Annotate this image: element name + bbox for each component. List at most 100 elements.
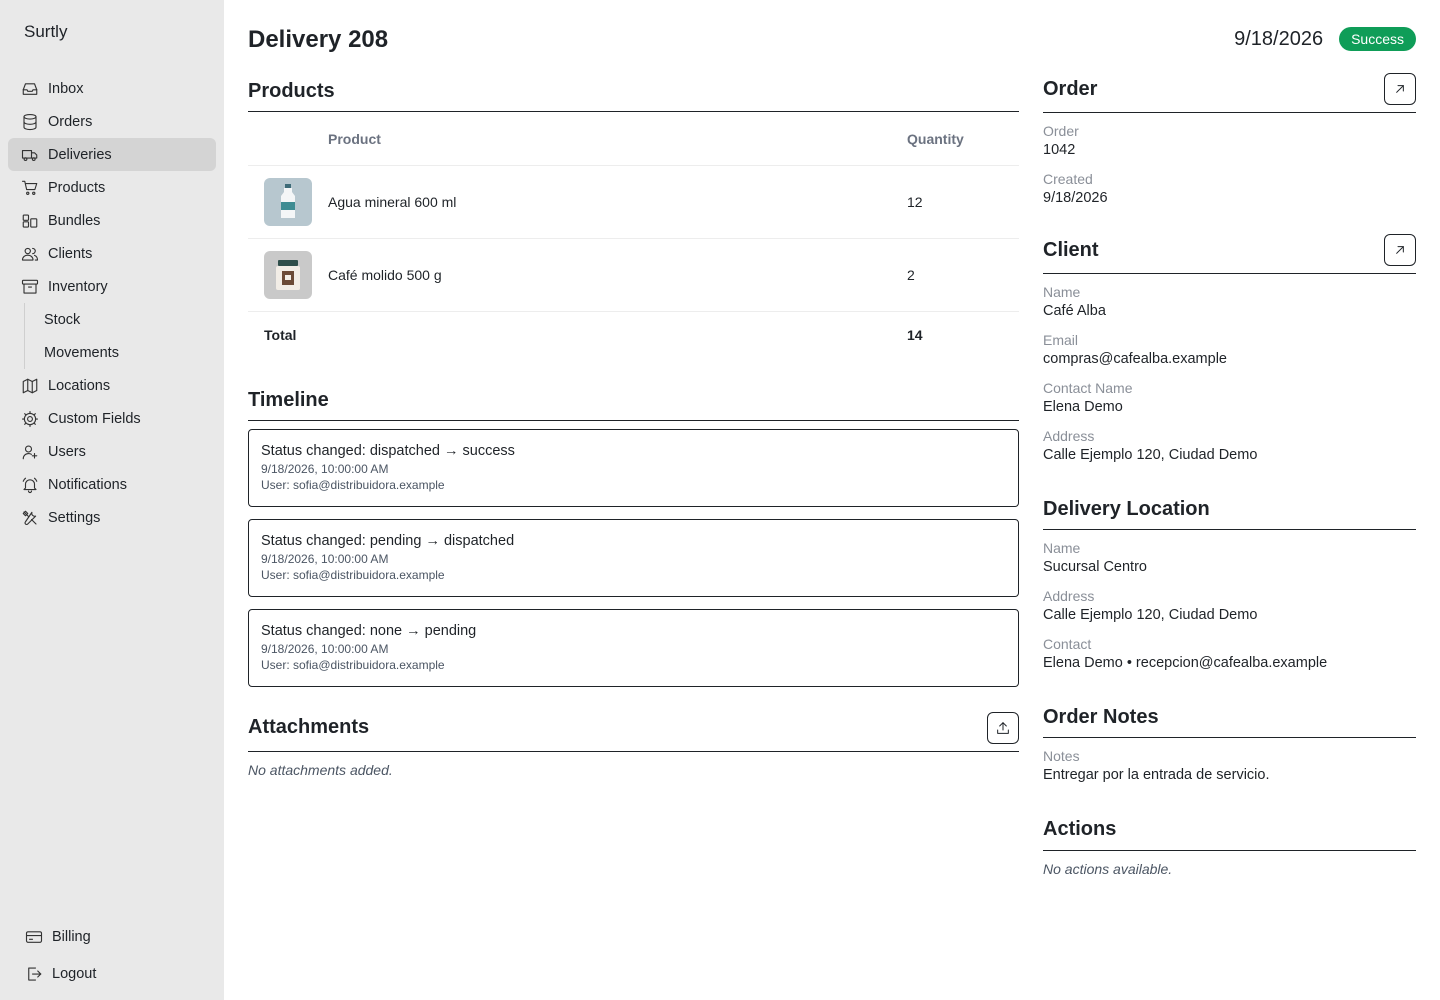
total-quantity: 14 <box>907 327 923 343</box>
delivery-location-section: Delivery Location Name Sucursal Centro A… <box>1043 489 1416 673</box>
sidebar-item-inventory[interactable]: Inventory <box>8 270 216 303</box>
sidebar-item-label: Movements <box>44 344 119 361</box>
client-title: Client <box>1043 238 1099 261</box>
cog-icon <box>20 409 40 429</box>
upload-icon <box>997 721 1009 734</box>
client-email-field: Email compras@cafealba.example <box>1043 332 1227 367</box>
products-table: Product Quantity Agua mineral 600 ml 12 <box>248 112 1019 358</box>
sidebar-item-label: Notifications <box>48 476 127 493</box>
sidebar-item-movements[interactable]: Movements <box>25 336 216 369</box>
order-title: Order <box>1043 77 1098 100</box>
database-icon <box>20 112 40 132</box>
sidebar-item-label: Bundles <box>48 212 101 229</box>
event-time: 9/18/2026, 10:00:00 AM <box>261 642 389 656</box>
order-header: Order <box>1043 70 1416 113</box>
sidebar-item-label: Products <box>48 179 106 196</box>
status-badge: Success <box>1339 27 1416 51</box>
sidebar-item-label: Logout <box>52 965 97 982</box>
location-contact-field: Contact Elena Demo • recepcion@cafealba.… <box>1043 636 1328 671</box>
timeline-header: Timeline <box>248 380 1019 421</box>
actions-empty: No actions available. <box>1043 861 1173 877</box>
product-quantity: 12 <box>907 194 923 210</box>
logout-icon <box>24 964 44 984</box>
actions-title: Actions <box>1043 818 1117 840</box>
event-user: User: sofia@distribuidora.example <box>261 568 445 582</box>
sidebar-item-settings[interactable]: Settings <box>8 501 216 534</box>
sidebar-item-bundles[interactable]: Bundles <box>8 204 216 237</box>
event-user: User: sofia@distribuidora.example <box>261 478 445 492</box>
column-header-product: Product <box>328 130 381 147</box>
order-section: Order Order 1042 Created 9/18/2026 <box>1043 70 1416 208</box>
event-time: 9/18/2026, 10:00:00 AM <box>261 462 389 476</box>
actions-section: Actions No actions available. <box>1043 809 1416 877</box>
user-plus-icon <box>20 442 40 462</box>
sidebar-item-stock[interactable]: Stock <box>25 303 216 336</box>
event-time: 9/18/2026, 10:00:00 AM <box>261 552 389 566</box>
total-label: Total <box>264 327 297 343</box>
product-name: Café molido 500 g <box>328 267 442 283</box>
sidebar: Surtly Inbox Orders Deliveries Products … <box>0 0 224 1000</box>
sidebar-item-label: Deliveries <box>48 146 112 163</box>
sidebar-item-label: Clients <box>48 245 93 262</box>
archive-icon <box>20 277 40 297</box>
sidebar-item-label: Inventory <box>48 278 108 295</box>
sidebar-item-inbox[interactable]: Inbox <box>8 72 216 105</box>
client-section: Client Name Café Alba Email compras@cafe… <box>1043 231 1416 465</box>
inbox-icon <box>20 79 40 99</box>
sidebar-item-locations[interactable]: Locations <box>8 369 216 402</box>
sidebar-item-label: Users <box>48 443 86 460</box>
water-bottle-icon <box>264 178 312 226</box>
sidebar-item-label: Billing <box>52 928 91 945</box>
tools-icon <box>20 508 40 528</box>
sidebar-item-deliveries[interactable]: Deliveries <box>8 138 216 171</box>
sidebar-item-users[interactable]: Users <box>8 435 216 468</box>
order-notes-title: Order Notes <box>1043 705 1159 728</box>
delivery-location-title: Delivery Location <box>1043 497 1210 520</box>
products-section: Products Product Quantity Agua mineral 6… <box>248 70 1019 358</box>
upload-attachment-button[interactable] <box>987 711 1019 744</box>
timeline-title: Timeline <box>248 388 329 411</box>
sidebar-item-clients[interactable]: Clients <box>8 237 216 270</box>
event-user: User: sofia@distribuidora.example <box>261 658 445 672</box>
location-name-field: Name Sucursal Centro <box>1043 540 1147 575</box>
brand-name: Surtly <box>24 22 68 41</box>
sidebar-item-billing[interactable]: Billing <box>16 918 216 955</box>
delivery-date: 9/18/2026 <box>1234 27 1324 50</box>
open-order-button[interactable] <box>1384 73 1416 105</box>
coffee-jar-icon <box>264 251 312 299</box>
timeline-section: Timeline Status changed: dispatched → su… <box>248 380 1019 699</box>
timeline-event: Status changed: none → pending 9/18/2026… <box>248 609 1019 687</box>
bell-icon <box>20 475 40 495</box>
sidebar-item-label: Orders <box>48 113 93 130</box>
event-title: Status changed: dispatched → success <box>261 443 515 459</box>
table-row[interactable]: Café molido 500 g 2 <box>248 239 1019 312</box>
cart-icon <box>20 178 40 198</box>
sidebar-item-orders[interactable]: Orders <box>8 105 216 138</box>
table-header: Product Quantity <box>248 112 1019 166</box>
actions-header: Actions <box>1043 809 1416 851</box>
sidebar-item-products[interactable]: Products <box>8 171 216 204</box>
sidebar-item-custom-fields[interactable]: Custom Fields <box>8 402 216 435</box>
event-title: Status changed: none → pending <box>261 623 477 639</box>
column-header-quantity: Quantity <box>907 130 964 147</box>
client-address-field: Address Calle Ejemplo 120, Ciudad Demo <box>1043 428 1258 463</box>
sidebar-item-logout[interactable]: Logout <box>16 955 216 992</box>
sidebar-item-notifications[interactable]: Notifications <box>8 468 216 501</box>
attachments-empty: No attachments added. <box>248 762 393 778</box>
bundles-icon <box>20 211 40 231</box>
products-title: Products <box>248 79 335 102</box>
notes-field: Notes Entregar por la entrada de servici… <box>1043 748 1270 783</box>
order-notes-section: Order Notes Notes Entregar por la entrad… <box>1043 697 1416 785</box>
attachments-header: Attachments <box>248 708 1019 752</box>
page-title: Delivery 208 <box>248 26 389 53</box>
external-link-icon <box>1396 246 1404 254</box>
external-link-icon <box>1396 85 1404 93</box>
attachments-title: Attachments <box>248 716 370 738</box>
open-client-button[interactable] <box>1384 234 1416 266</box>
table-row[interactable]: Agua mineral 600 ml 12 <box>248 166 1019 239</box>
truck-icon <box>20 145 40 165</box>
delivery-location-header: Delivery Location <box>1043 489 1416 530</box>
order-notes-header: Order Notes <box>1043 697 1416 738</box>
sidebar-item-label: Settings <box>48 509 101 526</box>
product-quantity: 2 <box>907 267 915 283</box>
